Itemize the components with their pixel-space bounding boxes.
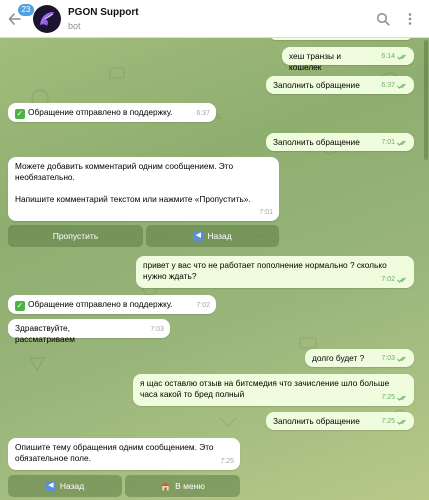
- message-time: 6:37: [381, 82, 395, 89]
- message-text: Обращение отправлено в поддержку.: [28, 107, 173, 117]
- house-icon: [161, 482, 171, 491]
- message-time: 7:02: [381, 276, 395, 283]
- message-meta: 6:37: [381, 80, 408, 91]
- double-check-icon: [397, 83, 406, 89]
- message-time: 7:02: [196, 302, 210, 309]
- menu-button-label: В меню: [175, 481, 205, 491]
- pgon-logo-icon: [40, 12, 54, 26]
- message-meta: 7:25: [381, 416, 408, 427]
- message-time: 7:01: [259, 209, 273, 216]
- message-time: 7:03: [150, 326, 164, 333]
- message-bubble-incoming[interactable]: Здравствуйте, рассматриваем 7:03: [8, 319, 170, 344]
- double-check-icon: [397, 395, 406, 401]
- avatar[interactable]: [33, 5, 61, 33]
- message-bubble-outgoing[interactable]: Заполнить обращение 6:37: [266, 76, 414, 94]
- arrow-left-icon: ◀: [193, 231, 204, 241]
- chat-title: PGON Support: [68, 7, 139, 18]
- message-bubble-outgoing[interactable]: Заполнить обращение 7:25: [266, 412, 414, 430]
- search-icon: [376, 12, 390, 26]
- chat-subtitle: bot: [68, 21, 81, 31]
- message-meta: 7:01: [259, 207, 273, 218]
- more-button[interactable]: [401, 10, 419, 28]
- double-check-icon: [397, 54, 406, 60]
- message-meta: 7:01: [381, 137, 408, 148]
- message-list: хеш транзы и кошелек 6:14 Заполнить обра…: [0, 0, 429, 500]
- message-time: 7:03: [381, 355, 395, 362]
- message-bubble-outgoing[interactable]: долго будет ? 7:03: [305, 349, 414, 367]
- message-meta: 7:03: [381, 353, 408, 364]
- message-meta: 7:25: [381, 392, 408, 403]
- message-text-line: я щас оставлю отзыв на битсмедия что зач…: [140, 378, 390, 388]
- check-mark-icon: ✓: [15, 301, 25, 311]
- message-meta: 7:02: [196, 300, 210, 311]
- search-button[interactable]: [374, 10, 392, 28]
- message-text-line: обязательное поле.: [15, 453, 91, 463]
- message-time: 6:37: [196, 110, 210, 117]
- message-bubble-outgoing[interactable]: привет у вас что не работает пополнение …: [136, 256, 414, 288]
- double-check-icon: [397, 140, 406, 146]
- message-text-line: [15, 183, 272, 194]
- message-time: 6:14: [381, 53, 395, 60]
- message-time: 7:25: [381, 394, 395, 401]
- unread-badge: 23: [18, 4, 34, 16]
- message-text: Обращение отправлено в поддержку.: [28, 299, 173, 309]
- chat-header: 23 PGON Support bot: [0, 0, 429, 38]
- message-meta: 6:14: [381, 51, 408, 62]
- message-text: Здравствуйте, рассматриваем: [15, 323, 75, 344]
- back-button-label: Назад: [59, 481, 85, 491]
- message-bubble-incoming[interactable]: Опишите тему обращения одним сообщением.…: [8, 438, 240, 470]
- message-meta: 7:03: [150, 324, 164, 335]
- skip-button[interactable]: Пропустить: [8, 225, 143, 247]
- message-text-line: часа какой то бред полный: [140, 389, 245, 399]
- message-text-line: нужно ждать?: [143, 271, 197, 281]
- message-meta: 7:02: [381, 274, 408, 285]
- message-bubble-outgoing[interactable]: я щас оставлю отзыв на битсмедия что зач…: [133, 374, 414, 406]
- message-text-line: привет у вас что не работает пополнение …: [143, 260, 387, 270]
- check-mark-icon: ✓: [15, 109, 25, 119]
- message-meta: 6:37: [196, 108, 210, 119]
- double-check-icon: [397, 419, 406, 425]
- message-bubble-outgoing[interactable]: Заполнить обращение 7:01: [266, 133, 414, 151]
- menu-button[interactable]: В меню: [125, 475, 240, 497]
- message-meta: 7:25: [220, 456, 234, 467]
- message-text-line: Можете добавить комментарий одним сообще…: [15, 161, 234, 171]
- more-vertical-icon: [408, 13, 412, 25]
- message-text-line: Напишите комментарий текстом или нажмите…: [15, 194, 251, 204]
- message-text-line: Опишите тему обращения одним сообщением.…: [15, 442, 214, 452]
- message-bubble-incoming[interactable]: ✓ Обращение отправлено в поддержку. 6:37: [8, 103, 216, 122]
- skip-button-label: Пропустить: [52, 231, 99, 241]
- message-time: 7:25: [220, 458, 234, 465]
- arrow-left-icon: ◀: [45, 481, 56, 491]
- double-check-icon: [397, 356, 406, 362]
- message-bubble-outgoing[interactable]: хеш транзы и кошелек 6:14: [282, 47, 414, 72]
- message-bubble-incoming[interactable]: ✓ Обращение отправлено в поддержку. 7:02: [8, 295, 216, 314]
- back-keyboard-button[interactable]: ◀ Назад: [146, 225, 279, 247]
- back-keyboard-button[interactable]: ◀ Назад: [8, 475, 122, 497]
- back-button-label: Назад: [207, 231, 232, 241]
- message-time: 7:25: [381, 418, 395, 425]
- double-check-icon: [397, 277, 406, 283]
- message-text-line: необязательно.: [15, 172, 75, 182]
- message-time: 7:01: [381, 139, 395, 146]
- message-bubble-incoming[interactable]: Можете добавить комментарий одним сообще…: [8, 157, 279, 221]
